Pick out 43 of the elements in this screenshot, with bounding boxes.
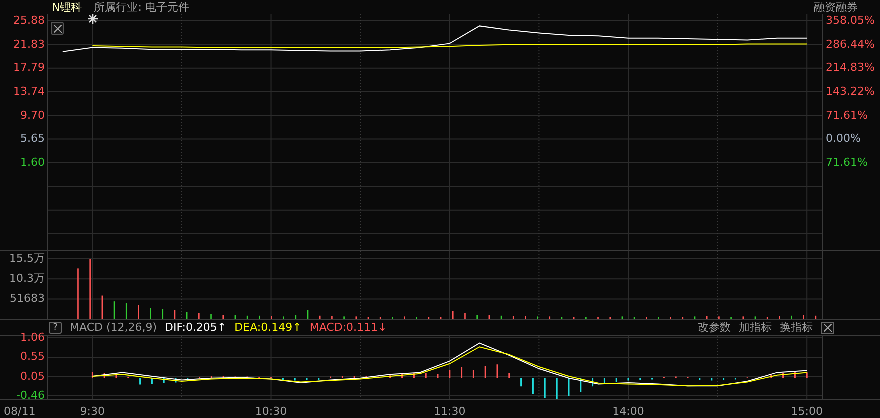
indicator-reading: DEA:0.149↑ bbox=[234, 321, 302, 334]
macd-axis-label: 0.55 bbox=[20, 351, 45, 364]
industry-label: 所属行业: 电子元件 bbox=[94, 0, 190, 14]
time-axis-label: 10:30 bbox=[255, 405, 288, 418]
star-marker-icon bbox=[88, 14, 98, 24]
date-label: 08/11 bbox=[4, 405, 36, 418]
indicator-action[interactable]: 换指标 bbox=[780, 320, 813, 335]
time-axis-label: 11:30 bbox=[434, 405, 466, 418]
help-button[interactable]: ? bbox=[49, 322, 62, 334]
time-axis-label: 9:30 bbox=[80, 405, 105, 418]
change-axis-label: 358.05% bbox=[826, 15, 875, 28]
close-button[interactable] bbox=[51, 22, 64, 35]
macd-axis-label: 0.05 bbox=[20, 370, 45, 383]
price-axis-label: 5.65 bbox=[20, 133, 45, 146]
stock-name: N锂科 bbox=[52, 0, 82, 14]
change-axis-label: 71.61% bbox=[826, 156, 868, 169]
change-axis-label: 0.00% bbox=[826, 133, 861, 146]
volume-axis-label: 51683 bbox=[10, 293, 45, 306]
price-axis-label: 9.70 bbox=[20, 110, 45, 122]
price-axis-label: 21.83 bbox=[14, 38, 45, 51]
change-axis-label: 286.44% bbox=[826, 38, 875, 51]
volume-axis-label: 10.3万 bbox=[10, 273, 45, 286]
price-axis-label: 25.88 bbox=[14, 15, 45, 28]
macd-axis-label: 1.06 bbox=[20, 332, 45, 344]
change-axis-label: 143.22% bbox=[826, 86, 875, 98]
price-axis-label: 17.79 bbox=[14, 62, 45, 74]
change-axis-label: 71.61% bbox=[826, 110, 868, 122]
close-icon bbox=[824, 324, 832, 332]
macd-axis-label: -0.46 bbox=[16, 390, 45, 402]
indicator-action[interactable]: 改参数 bbox=[698, 320, 731, 335]
price-axis-label: 13.74 bbox=[14, 86, 45, 98]
indicator-action[interactable]: 加指标 bbox=[739, 320, 772, 335]
time-axis-label: 14:00 bbox=[612, 405, 644, 418]
close-indicator-button[interactable] bbox=[821, 322, 834, 334]
time-axis-label: 15:00 bbox=[791, 405, 823, 418]
close-icon bbox=[54, 24, 62, 32]
price-axis-label: 1.60 bbox=[20, 156, 45, 169]
margin-trading-link[interactable]: 融资融券 bbox=[814, 0, 858, 14]
change-axis-label: 214.83% bbox=[826, 62, 875, 74]
indicator-name: MACD (12,26,9) bbox=[70, 321, 158, 334]
indicator-reading: MACD:0.111↓ bbox=[310, 321, 388, 334]
indicator-reading: DIF:0.205↑ bbox=[165, 321, 227, 334]
volume-axis-label: 15.5万 bbox=[10, 253, 45, 265]
